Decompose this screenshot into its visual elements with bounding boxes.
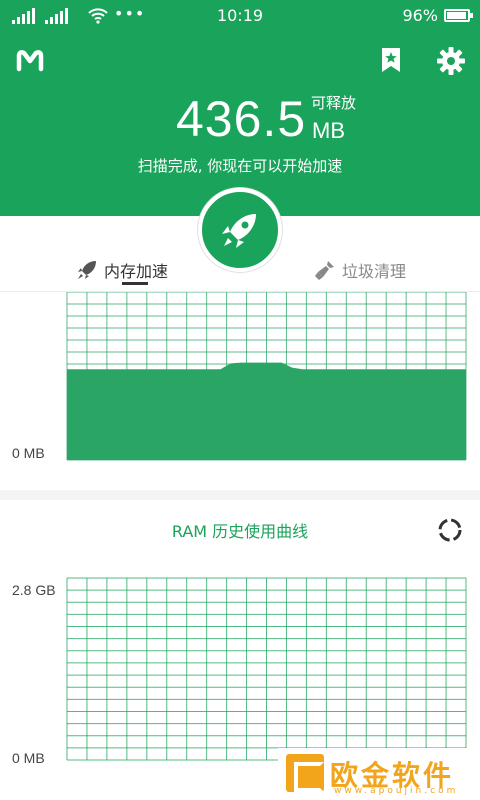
tab-junk-clean-label: 垃圾清理: [342, 262, 407, 281]
watermark-logo: [286, 754, 324, 792]
memory-chart-ymin-label: 0 MB: [12, 445, 45, 461]
memory-usage-chart: [66, 292, 467, 461]
battery-percent: 96%: [402, 6, 438, 25]
boost-button[interactable]: [198, 188, 282, 272]
bookmark-star-icon[interactable]: [380, 46, 402, 74]
tab-junk-clean[interactable]: 垃圾清理: [314, 258, 406, 282]
tab-memory-boost[interactable]: 内存加速: [76, 258, 168, 282]
free-memory-value: 436.5: [176, 91, 307, 147]
scan-status-message: 扫描完成, 你现在可以开始加速: [137, 157, 343, 175]
broom-icon: [315, 261, 334, 280]
free-memory-unit: MB: [312, 118, 345, 143]
rocket-icon: [222, 214, 256, 248]
ram-chart-ymin-label: 0 MB: [12, 750, 45, 766]
battery-icon: [444, 9, 473, 22]
active-tab-indicator: [122, 282, 148, 285]
status-bar: ••• 10:19 96%: [0, 0, 480, 32]
ram-chart-ymax-label: 2.8 GB: [12, 582, 56, 598]
tab-memory-boost-label: 内存加速: [104, 262, 169, 281]
gear-icon[interactable]: [436, 46, 466, 76]
memory-chart-card: 0 MB: [0, 292, 480, 490]
watermark-url: www.apoujin.com: [334, 786, 459, 796]
app-logo-icon[interactable]: [16, 48, 44, 72]
watermark: 欧金软件园 www.apoujin.com: [278, 748, 480, 800]
rocket-icon: [78, 261, 96, 279]
free-memory-label: 可释放: [311, 94, 357, 112]
